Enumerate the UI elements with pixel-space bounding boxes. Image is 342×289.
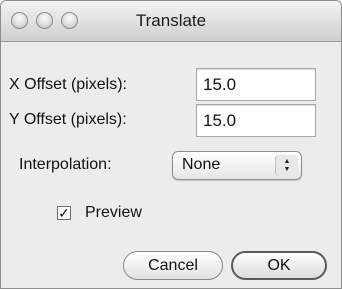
x-offset-input[interactable]: 15.0	[196, 68, 316, 101]
select-stepper-icon: ▲ ▼	[275, 155, 298, 176]
interpolation-label: Interpolation:	[19, 156, 112, 173]
cancel-button[interactable]: Cancel	[123, 251, 223, 280]
preview-label[interactable]: Preview	[85, 204, 142, 222]
translate-dialog: Translate X Offset (pixels): 15.0 Y Offs…	[0, 0, 342, 289]
checkmark-icon: ✓	[58, 205, 70, 221]
x-offset-label: X Offset (pixels):	[9, 76, 127, 93]
interpolation-select[interactable]: None ▲ ▼	[172, 151, 302, 180]
ok-button[interactable]: OK	[231, 251, 327, 280]
dialog-title: Translate	[135, 11, 207, 30]
y-offset-input[interactable]: 15.0	[196, 104, 316, 137]
y-offset-label: Y Offset (pixels):	[9, 111, 127, 128]
interpolation-selected-value: None	[182, 156, 221, 173]
preview-checkbox[interactable]: ✓	[57, 206, 71, 220]
title-bar[interactable]: Translate	[1, 1, 341, 42]
